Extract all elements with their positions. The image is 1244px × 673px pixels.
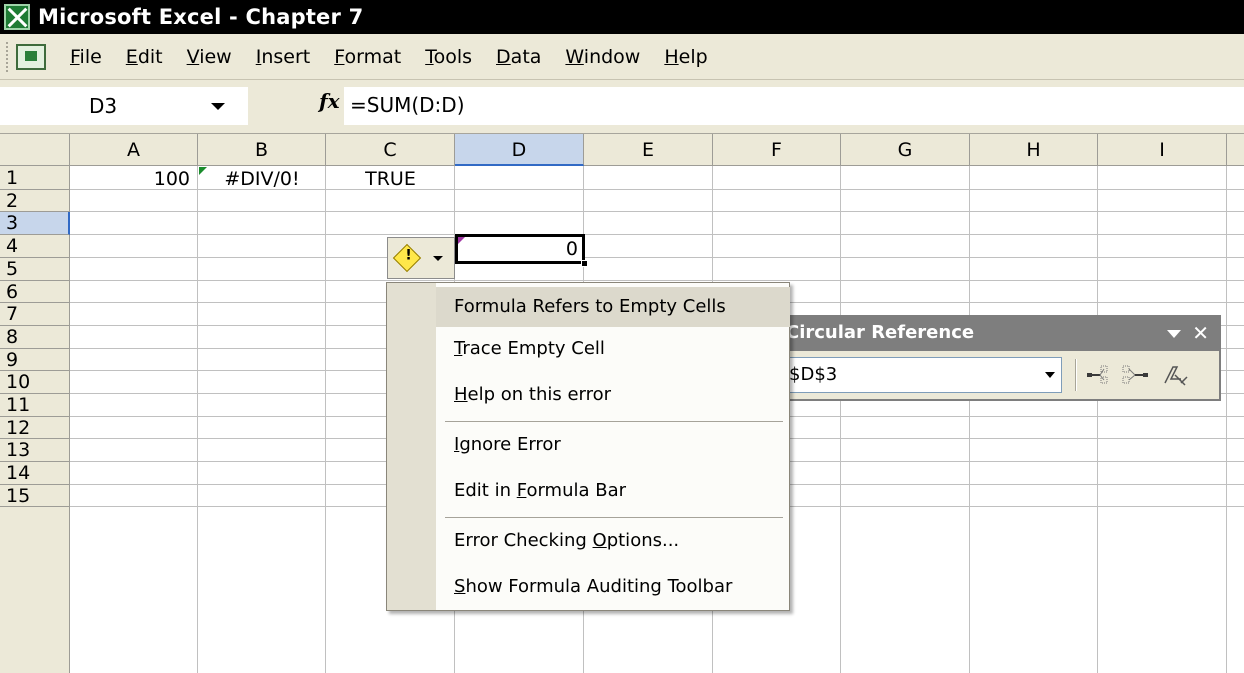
- menu-item-ignore-error[interactable]: Ignore Error: [436, 425, 790, 465]
- column-header-partial[interactable]: [1227, 134, 1244, 166]
- circular-reference-value: $D$3: [789, 364, 838, 385]
- menu-header-error-type: Formula Refers to Empty Cells: [436, 287, 790, 327]
- menu-format[interactable]: Format: [322, 37, 413, 77]
- circular-reference-toolbar: Circular Reference ✕ $D$3: [776, 315, 1221, 401]
- column-header-f[interactable]: F: [713, 134, 841, 166]
- menu-tools[interactable]: Tools: [413, 37, 484, 77]
- warning-diamond-icon: !: [392, 243, 422, 273]
- error-smart-tag[interactable]: !: [387, 237, 455, 279]
- fill-handle[interactable]: [581, 260, 588, 267]
- row-header-15[interactable]: 15: [0, 485, 70, 507]
- menu-insert[interactable]: Insert: [244, 37, 323, 77]
- menu-gutter: [387, 283, 436, 610]
- cell-a1[interactable]: 100: [70, 164, 194, 194]
- cell-d3-value: 0: [565, 238, 578, 260]
- circular-reference-indicator: [458, 237, 465, 244]
- row-header-7[interactable]: 7: [0, 303, 70, 326]
- row-header-1[interactable]: 1: [0, 166, 70, 190]
- gridline: [325, 166, 326, 673]
- name-box-dropdown-icon[interactable]: [211, 103, 225, 110]
- menu-item-show-formula-auditing-toolbar[interactable]: Show Formula Auditing Toolbar: [436, 567, 790, 607]
- row-header-13[interactable]: 13: [0, 439, 70, 462]
- row-header-9[interactable]: 9: [0, 349, 70, 371]
- title-bar: Microsoft Excel - Chapter 7: [0, 0, 1244, 34]
- menu-file[interactable]: File: [58, 37, 114, 77]
- gridline: [197, 166, 198, 673]
- column-header-a[interactable]: A: [70, 134, 198, 166]
- select-all-corner[interactable]: [0, 134, 70, 166]
- menu-edit[interactable]: Edit: [114, 37, 175, 77]
- column-header-h[interactable]: H: [970, 134, 1098, 166]
- gridline: [1226, 166, 1227, 673]
- cell-c1[interactable]: TRUE: [326, 164, 455, 194]
- row-header-11[interactable]: 11: [0, 394, 70, 417]
- toolbar-title-bar[interactable]: Circular Reference ✕: [778, 317, 1219, 351]
- dropdown-arrow-icon[interactable]: [1040, 359, 1060, 391]
- row-header-10[interactable]: 10: [0, 371, 70, 394]
- worksheet-grid: A B C D E F G H I 1 2 3 4 5 6 7 8 9 10 1…: [0, 134, 1244, 673]
- workbook-icon[interactable]: [16, 43, 46, 70]
- toolbar-grip[interactable]: [6, 41, 10, 72]
- row-header-4[interactable]: 4: [0, 235, 70, 258]
- cell-d3-active[interactable]: 0: [455, 234, 588, 267]
- name-box[interactable]: D3: [0, 87, 248, 125]
- menu-item-trace-empty-cell[interactable]: Trace Empty Cell: [436, 329, 790, 369]
- row-header-8[interactable]: 8: [0, 326, 70, 349]
- row-header-14[interactable]: 14: [0, 462, 70, 485]
- toolbar-title: Circular Reference: [786, 322, 975, 343]
- menu-bar: File Edit View Insert Format Tools Data …: [0, 34, 1244, 80]
- chevron-down-icon: [433, 255, 443, 261]
- menu-item-help-on-error[interactable]: Help on this error: [436, 375, 790, 415]
- column-header-e[interactable]: E: [584, 134, 713, 166]
- cell-b1[interactable]: #DIV/0!: [198, 164, 326, 194]
- menu-separator: [445, 421, 783, 422]
- remove-arrows-icon[interactable]: [1158, 359, 1192, 391]
- formula-bar: D3 fx =SUM(D:D): [0, 80, 1244, 134]
- insert-function-icon[interactable]: fx: [319, 89, 340, 113]
- excel-logo-icon[interactable]: [4, 4, 30, 30]
- column-header-c[interactable]: C: [326, 134, 455, 166]
- menu-window[interactable]: Window: [553, 37, 652, 77]
- row-header-3[interactable]: 3: [0, 212, 70, 235]
- formula-input[interactable]: =SUM(D:D): [344, 87, 1244, 125]
- row-header-2[interactable]: 2: [0, 190, 70, 212]
- window-title: Microsoft Excel - Chapter 7: [38, 5, 364, 29]
- circular-reference-dropdown[interactable]: $D$3: [782, 357, 1062, 393]
- column-header-g[interactable]: G: [841, 134, 970, 166]
- gridline: [70, 211, 1244, 212]
- error-options-menu: Formula Refers to Empty Cells Trace Empt…: [386, 282, 790, 611]
- menu-help[interactable]: Help: [652, 37, 719, 77]
- menu-item-edit-in-formula-bar[interactable]: Edit in Formula Bar: [436, 471, 790, 511]
- menu-separator: [445, 517, 783, 518]
- trace-precedents-icon[interactable]: [1083, 359, 1117, 391]
- toolbar-separator: [1075, 359, 1077, 391]
- row-header-filler: [0, 507, 70, 673]
- name-box-value: D3: [89, 94, 118, 118]
- menu-view[interactable]: View: [175, 37, 244, 77]
- row-header-5[interactable]: 5: [0, 258, 70, 281]
- close-icon[interactable]: ✕: [1192, 317, 1209, 349]
- toolbar-options-icon[interactable]: [1167, 330, 1181, 338]
- trace-dependents-icon[interactable]: [1118, 359, 1152, 391]
- gridline: [70, 280, 1244, 281]
- column-header-i[interactable]: I: [1098, 134, 1227, 166]
- menu-item-error-checking-options[interactable]: Error Checking Options...: [436, 521, 790, 561]
- gridline: [70, 234, 1244, 235]
- row-header-12[interactable]: 12: [0, 417, 70, 439]
- gridline: [1097, 166, 1098, 673]
- column-header-d[interactable]: D: [455, 134, 584, 166]
- gridline: [840, 166, 841, 673]
- menu-data[interactable]: Data: [484, 37, 553, 77]
- gridline: [969, 166, 970, 673]
- row-header-6[interactable]: 6: [0, 281, 70, 303]
- column-header-b[interactable]: B: [198, 134, 326, 166]
- gridline: [70, 257, 1244, 258]
